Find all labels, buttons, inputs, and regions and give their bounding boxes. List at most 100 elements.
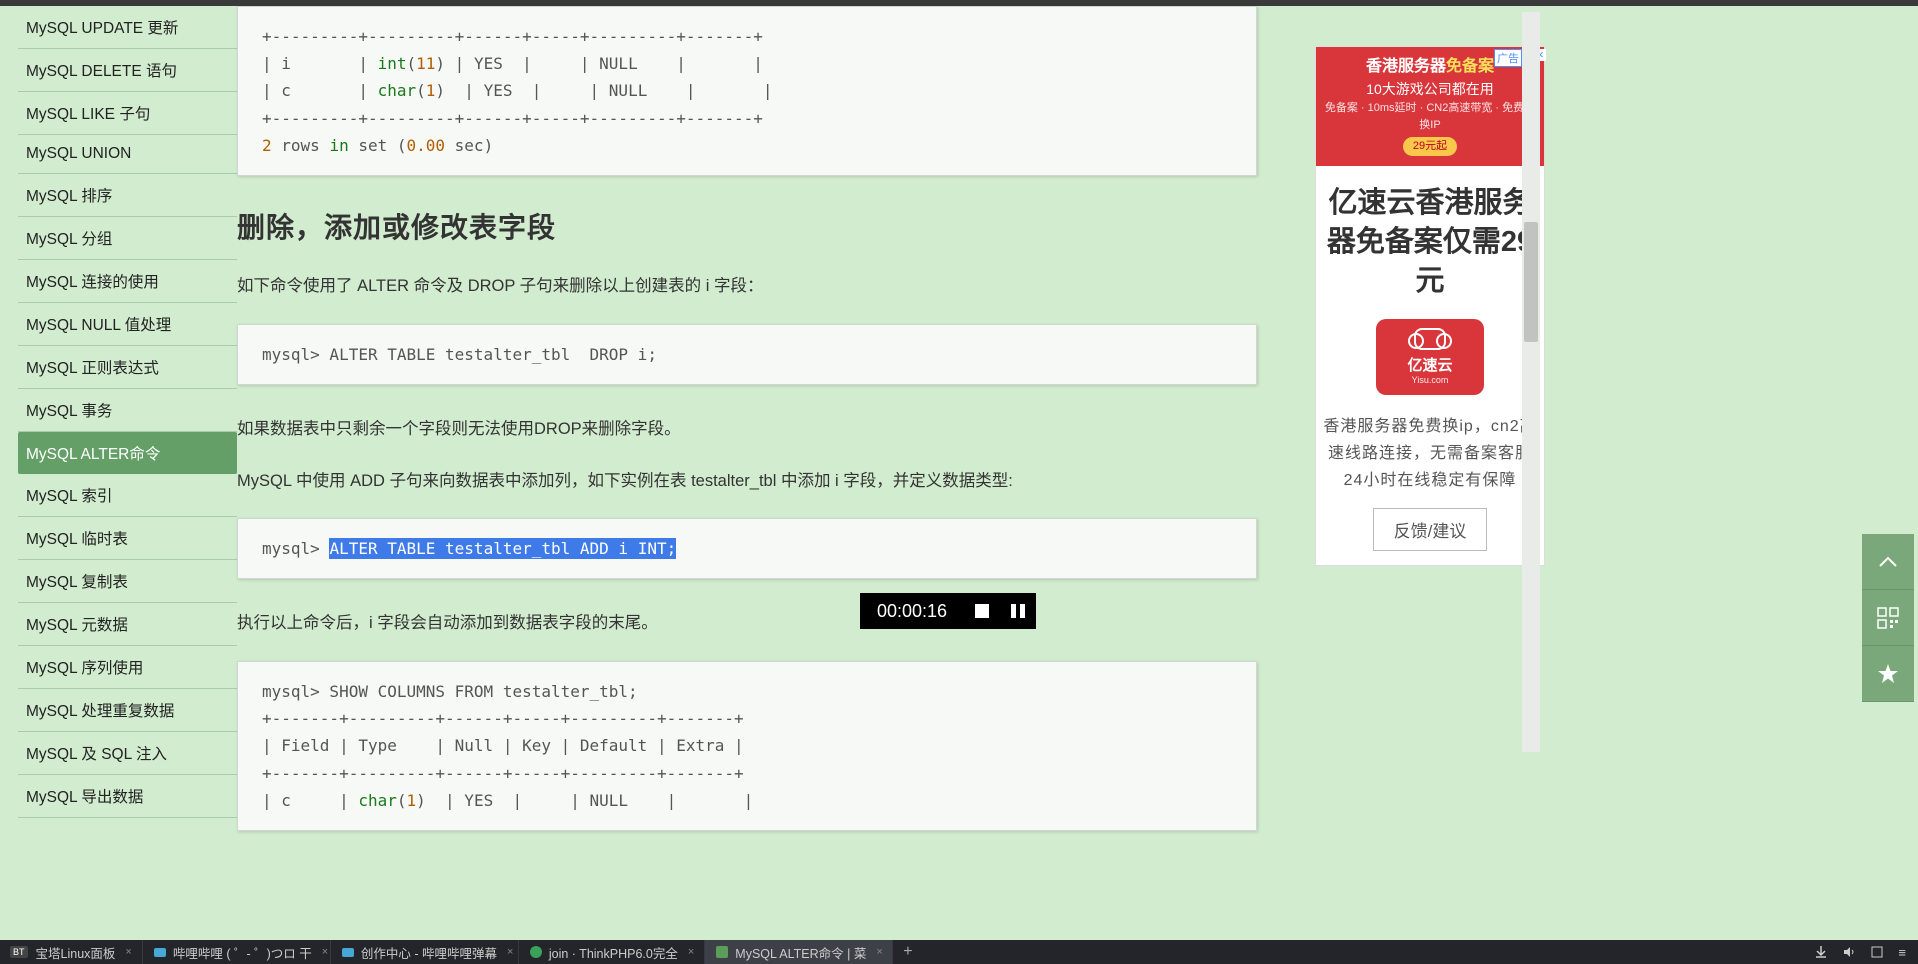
close-icon[interactable]: × xyxy=(507,946,513,958)
qrcode-icon xyxy=(1877,607,1899,629)
paragraph: MySQL 中使用 ADD 子句来向数据表中添加列，如下实例在表 testalt… xyxy=(237,467,1257,497)
scrollbar-thumb[interactable] xyxy=(1524,222,1538,342)
ad-subheader: 10大游戏公司都在用 xyxy=(1322,79,1538,100)
ad-description: 香港服务器免费换ip，cn2高速线路连接，无需备案客服24小时在线稳定有保障 xyxy=(1316,413,1544,495)
code-text: +---------+---------+------+-----+------… xyxy=(262,109,763,128)
taskbar-tab[interactable]: BT 宝塔Linux面板 × xyxy=(0,940,143,964)
code-text: | c | xyxy=(262,81,378,100)
code-number: 2 xyxy=(262,136,272,155)
taskbar-tab[interactable]: 哔哩哔哩 ( ゜- ゜)つロ 干 × xyxy=(143,940,331,964)
code-text: ( xyxy=(407,54,417,73)
sidebar-item[interactable]: MySQL DELETE 语句 xyxy=(18,49,237,92)
sidebar-item[interactable]: MySQL 临时表 xyxy=(18,517,237,560)
code-text: | c | xyxy=(262,791,358,810)
runoob-icon xyxy=(715,945,729,959)
taskbar-tab-active[interactable]: MySQL ALTER命令 | 菜 × xyxy=(705,940,893,964)
pause-button[interactable] xyxy=(1000,593,1036,629)
code-keyword: char xyxy=(358,791,397,810)
code-number: 0.00 xyxy=(407,136,446,155)
sidebar-item-active[interactable]: MySQL ALTER命令 xyxy=(18,432,237,474)
code-text: ( xyxy=(397,791,407,810)
code-number: 11 xyxy=(416,54,435,73)
ad-features: 免备案 · 10ms延时 · CN2高速带宽 · 免费更换IP xyxy=(1322,100,1538,133)
code-keyword: in xyxy=(329,136,348,155)
taskbar-tab[interactable]: join · ThinkPHP6.0完全 × xyxy=(519,940,705,964)
code-keyword: int xyxy=(378,54,407,73)
download-icon[interactable] xyxy=(1814,945,1828,959)
sidebar-item[interactable]: MySQL NULL 值处理 xyxy=(18,303,237,346)
star-icon xyxy=(1877,663,1899,685)
code-text: ) | YES | | NULL | | xyxy=(416,791,753,810)
stop-icon xyxy=(975,604,989,618)
paragraph: 如果数据表中只剩余一个字段则无法使用DROP来删除字段。 xyxy=(237,415,1257,445)
code-text: | Field | Type | Null | Key | Default | … xyxy=(262,736,744,755)
main-container: MySQL UPDATE 更新 MySQL DELETE 语句 MySQL LI… xyxy=(0,6,1918,746)
code-number: 1 xyxy=(426,81,436,100)
close-icon[interactable]: × xyxy=(125,946,131,958)
ad-header-highlight: 免备案 xyxy=(1446,58,1494,75)
close-icon[interactable]: × xyxy=(322,946,328,958)
sidebar-item[interactable]: MySQL 分组 xyxy=(18,217,237,260)
section-title: 删除，添加或修改表字段 xyxy=(237,206,1257,246)
sidebar-item[interactable]: MySQL 连接的使用 xyxy=(18,260,237,303)
scroll-top-button[interactable] xyxy=(1862,534,1914,590)
feedback-button[interactable]: 反馈/建议 xyxy=(1373,508,1488,551)
bilibili-icon xyxy=(341,945,355,959)
vertical-scrollbar[interactable] xyxy=(1522,12,1540,752)
chevron-up-icon xyxy=(1878,556,1898,568)
ad-price-badge: 29元起 xyxy=(1403,137,1457,156)
sidebar: MySQL UPDATE 更新 MySQL DELETE 语句 MySQL LI… xyxy=(0,6,237,746)
sidebar-item[interactable]: MySQL 正则表达式 xyxy=(18,346,237,389)
code-text: ( xyxy=(416,81,426,100)
sidebar-item[interactable]: MySQL 事务 xyxy=(18,389,237,432)
paragraph: 如下命令使用了 ALTER 命令及 DROP 子句来删除以上创建表的 i 字段： xyxy=(237,272,1257,302)
pause-icon xyxy=(1011,604,1025,618)
sidebar-item[interactable]: MySQL UNION xyxy=(18,135,237,174)
close-icon[interactable]: × xyxy=(688,946,694,958)
sidebar-item[interactable]: MySQL 及 SQL 注入 xyxy=(18,732,237,775)
sidebar-item[interactable]: MySQL UPDATE 更新 xyxy=(18,6,237,49)
right-column: 广告 i × 香港服务器免备案 10大游戏公司都在用 免备案 · 10ms延时 … xyxy=(1315,6,1545,746)
code-block-2[interactable]: mysql> ALTER TABLE testalter_tbl DROP i; xyxy=(237,324,1257,385)
code-text: +-------+---------+------+-----+--------… xyxy=(262,764,744,783)
qrcode-button[interactable] xyxy=(1862,590,1914,646)
tab-label: MySQL ALTER命令 | 菜 xyxy=(735,943,866,962)
code-text: mysql> SHOW COLUMNS FROM testalter_tbl; xyxy=(262,682,638,701)
sidebar-item[interactable]: MySQL 复制表 xyxy=(18,560,237,603)
float-toolbar xyxy=(1862,534,1914,702)
code-text: rows xyxy=(272,136,330,155)
paragraph: 执行以上命令后，i 字段会自动添加到数据表字段的末尾。 xyxy=(237,609,1257,639)
favorite-button[interactable] xyxy=(1862,646,1914,702)
code-keyword: char xyxy=(378,81,417,100)
expand-icon[interactable] xyxy=(1870,945,1884,959)
volume-icon[interactable] xyxy=(1842,945,1856,959)
sidebar-item[interactable]: MySQL 导出数据 xyxy=(18,775,237,818)
sidebar-item[interactable]: MySQL 处理重复数据 xyxy=(18,689,237,732)
code-text: set ( xyxy=(349,136,407,155)
new-tab-button[interactable]: + xyxy=(893,943,922,961)
sidebar-item[interactable]: MySQL 元数据 xyxy=(18,603,237,646)
sidebar-item[interactable]: MySQL 序列使用 xyxy=(18,646,237,689)
ad-logo-text: 亿速云 xyxy=(1407,354,1452,375)
code-block-3[interactable]: mysql> ALTER TABLE testalter_tbl ADD i I… xyxy=(237,518,1257,579)
code-text: ) | YES | | NULL | | xyxy=(435,81,772,100)
close-icon[interactable]: × xyxy=(876,946,882,958)
code-block-1[interactable]: +---------+---------+------+-----+------… xyxy=(237,6,1257,176)
sidebar-item[interactable]: MySQL 排序 xyxy=(18,174,237,217)
stop-button[interactable] xyxy=(964,593,1000,629)
ad-title: 亿速云香港服务器免备案仅需29元 xyxy=(1316,166,1544,315)
code-text: mysql> xyxy=(262,539,329,558)
sidebar-item[interactable]: MySQL 索引 xyxy=(18,474,237,517)
advertisement[interactable]: 广告 i × 香港服务器免备案 10大游戏公司都在用 免备案 · 10ms延时 … xyxy=(1315,46,1545,566)
code-text: ) | YES | | NULL | | xyxy=(435,54,763,73)
code-text: | i | xyxy=(262,54,378,73)
sidebar-item[interactable]: MySQL LIKE 子句 xyxy=(18,92,237,135)
tab-label: join · ThinkPHP6.0完全 xyxy=(549,943,678,962)
tray-menu-button[interactable]: ≡ xyxy=(1898,945,1904,960)
code-block-4[interactable]: mysql> SHOW COLUMNS FROM testalter_tbl; … xyxy=(237,661,1257,831)
screen-recorder-widget[interactable]: 00:00:16 xyxy=(860,593,1036,629)
thinkphp-icon xyxy=(529,945,543,959)
taskbar-tab[interactable]: 创作中心 - 哔哩哔哩弹幕 × xyxy=(331,940,519,964)
cloud-icon xyxy=(1414,328,1446,350)
ad-header-text: 香港服务器 xyxy=(1366,58,1446,75)
